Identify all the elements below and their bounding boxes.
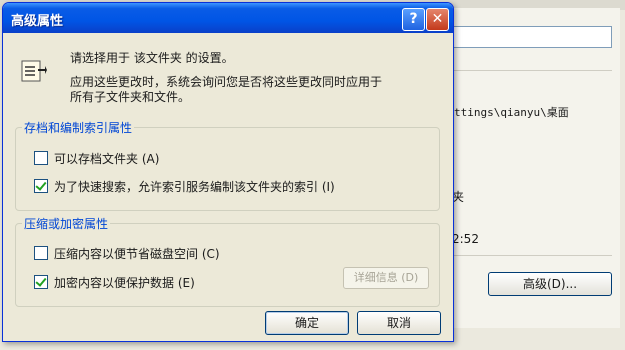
compress-checkbox-row[interactable]: 压缩内容以便节省磁盘空间 (C) xyxy=(34,245,220,261)
archive-group-legend: 存档和编制索引属性 xyxy=(22,119,135,136)
ok-button[interactable]: 确定 xyxy=(265,311,349,335)
compress-checkbox[interactable] xyxy=(34,246,48,260)
archive-checkbox[interactable] xyxy=(34,151,48,165)
archive-checkbox-label[interactable]: 可以存档文件夹 (A) xyxy=(54,150,159,167)
archive-checkbox-row[interactable]: 可以存档文件夹 (A) xyxy=(34,150,159,166)
background-divider xyxy=(452,70,612,71)
close-button[interactable]: ✕ xyxy=(426,8,449,31)
folder-properties-icon xyxy=(21,60,47,82)
info-text-line1: 请选择用于 该文件夹 的设置。 xyxy=(70,51,234,65)
index-checkbox-row[interactable]: 为了快速搜索，允许索引服务编制该文件夹的索引 (I) xyxy=(34,178,335,194)
background-divider xyxy=(452,255,612,256)
archive-index-group: 存档和编制索引属性 可以存档文件夹 (A) 为了快速搜索，允许索引服务编制该文件… xyxy=(15,119,440,211)
info-text-line3: 所有子文件夹和文件。 xyxy=(70,90,191,104)
index-checkbox[interactable] xyxy=(34,179,48,193)
compress-checkbox-label[interactable]: 压缩内容以便节省磁盘空间 (C) xyxy=(54,245,220,262)
dialog-titlebar[interactable]: 高级属性 ? ✕ xyxy=(3,3,453,33)
help-button[interactable]: ? xyxy=(402,8,425,31)
dialog-title: 高级属性 xyxy=(11,14,64,29)
advanced-attributes-dialog: 高级属性 ? ✕ 请选择用于 该文件夹 的设置。 应用这些更改时，系统会询问您是… xyxy=(2,2,454,342)
compress-group-legend: 压缩或加密属性 xyxy=(22,215,111,232)
details-button: 详细信息 (D) xyxy=(343,267,429,289)
encrypt-checkbox-row[interactable]: 加密内容以便保护数据 (E) xyxy=(34,274,195,290)
background-name-field[interactable] xyxy=(452,26,612,48)
compress-encrypt-group: 压缩或加密属性 压缩内容以便节省磁盘空间 (C) 加密内容以便保护数据 (E) xyxy=(15,215,440,307)
encrypt-checkbox[interactable] xyxy=(34,275,48,289)
background-time-text: 2:52 xyxy=(452,232,479,246)
encrypt-checkbox-label[interactable]: 加密内容以便保护数据 (E) xyxy=(54,274,195,291)
background-advanced-button[interactable]: 高级(D)... xyxy=(488,272,612,296)
index-checkbox-label[interactable]: 为了快速搜索，允许索引服务编制该文件夹的索引 (I) xyxy=(54,178,335,195)
background-location-text: ttings\qianyu\桌面 xyxy=(454,106,569,119)
cancel-button[interactable]: 取消 xyxy=(357,311,441,335)
